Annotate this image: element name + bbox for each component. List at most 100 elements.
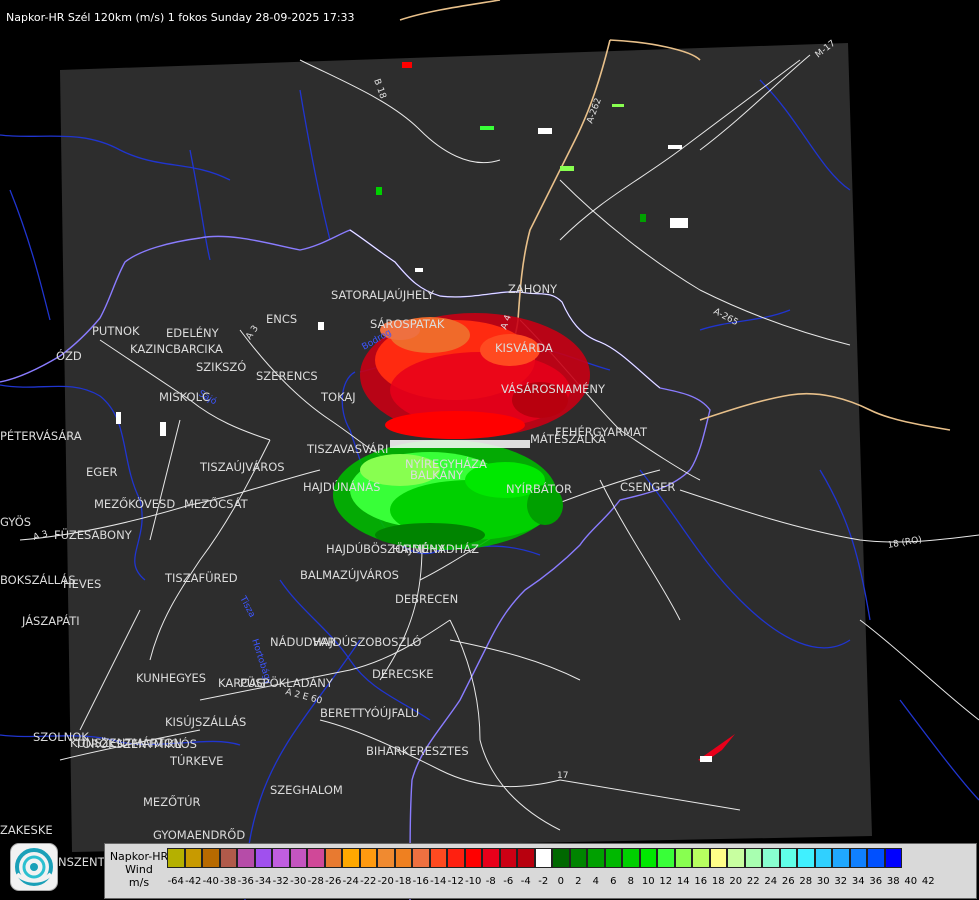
place-label: TISZAFÜRED xyxy=(164,569,238,585)
legend-tick-label: 8 xyxy=(627,876,634,887)
legend-tick-label: -6 xyxy=(503,876,514,887)
legend-swatch xyxy=(254,848,272,868)
legend-tick-label: 6 xyxy=(610,876,617,887)
legend-tick-label: 10 xyxy=(641,876,655,887)
logo-swirl-icon xyxy=(15,848,53,886)
place-label: PÉTERVÁSÁRA xyxy=(0,428,82,443)
place-label: TOKAJ xyxy=(320,390,356,404)
legend-swatch xyxy=(377,848,395,868)
legend-swatch xyxy=(342,848,360,868)
place-label: BALKÁNY xyxy=(410,467,464,482)
legend-tick-label: -36 xyxy=(237,876,254,887)
legend-unit: m/s xyxy=(128,876,150,889)
legend-tick-label: -16 xyxy=(412,876,429,887)
legend-tick-label: -28 xyxy=(307,876,324,887)
place-label: MEZŐTÚR xyxy=(143,794,201,809)
legend-tick-label: 20 xyxy=(729,876,743,887)
legend-swatch xyxy=(587,848,605,868)
legend-tick-label: -42 xyxy=(185,876,202,887)
legend-swatch xyxy=(464,848,482,868)
legend-quantity: Wind xyxy=(125,863,153,876)
legend-tick-label: -8 xyxy=(485,876,496,887)
place-label: GYOMAENDRŐD xyxy=(153,827,245,842)
legend-swatch xyxy=(534,848,552,868)
legend-tick-label: 42 xyxy=(921,876,935,887)
legend-swatch xyxy=(412,848,430,868)
place-label: PÜSPÖKLADÁNY xyxy=(240,674,334,690)
place-label: GYÖS xyxy=(0,513,31,529)
legend-ticks: -64 -42 -40 -38 -36 -34 -32 -30 -28 -26 -24 -22 -20-… xyxy=(167,876,937,887)
place-label: ENCS xyxy=(266,312,297,326)
place-label: BALMAZÚJVÁROS xyxy=(300,567,399,582)
legend-tick-label: 4 xyxy=(592,876,599,887)
legend-swatch xyxy=(639,848,657,868)
place-label: FÜZESABONY xyxy=(54,526,133,542)
legend-swatch xyxy=(604,848,622,868)
legend-swatch xyxy=(167,848,185,868)
legend-tick-label: 14 xyxy=(676,876,690,887)
road-label: 18 (RO) xyxy=(887,535,923,551)
place-label: SÁROSPATAK xyxy=(370,316,445,331)
legend-tick-label: 40 xyxy=(904,876,918,887)
place-label: MEZŐKÖVESD xyxy=(94,495,175,511)
legend-swatch xyxy=(272,848,290,868)
legend-tick-label: -4 xyxy=(520,876,531,887)
legend-tick-label: 34 xyxy=(851,876,865,887)
map-title: Napkor-HR Szél 120km (m/s) 1 fokos Sunda… xyxy=(6,11,355,24)
legend-swatch xyxy=(779,848,797,868)
place-label: BERETTYÓÚJFALU xyxy=(320,705,419,720)
legend-swatch xyxy=(832,848,850,868)
road-label: A 3 xyxy=(32,529,49,542)
road-label: 17 xyxy=(557,771,568,781)
place-label: DERECSKE xyxy=(372,667,434,681)
place-label: ÓZD xyxy=(56,348,82,363)
place-label: ZAHONY xyxy=(508,282,558,296)
radar-map: B 18 A-262 M-17 A-265 18 (RO) A 3 A 3 A … xyxy=(0,0,979,900)
legend-tick-label: -26 xyxy=(325,876,342,887)
legend-swatch xyxy=(884,848,902,868)
legend-tick-label: 0 xyxy=(557,876,564,887)
legend-tick-label: -40 xyxy=(202,876,219,887)
legend-swatch xyxy=(482,848,500,868)
place-label: MEZŐCSÁT xyxy=(184,496,249,511)
legend-tick-label: -34 xyxy=(255,876,272,887)
legend-tick-label: -10 xyxy=(465,876,482,887)
legend-tick-label: -2 xyxy=(538,876,549,887)
place-label: TÚRKEVE xyxy=(169,753,223,768)
place-label: KUNHEGYES xyxy=(136,671,206,685)
legend-tick-label: -64 xyxy=(167,876,184,887)
place-label: KISÚJSZÁLLÁS xyxy=(165,714,246,729)
place-label: JÁSZAPÁTI xyxy=(21,613,80,628)
legend-tick-label: 30 xyxy=(816,876,830,887)
place-label: PUTNOK xyxy=(92,324,140,338)
place-label: EGER xyxy=(86,465,117,479)
color-legend: Napkor-HR Wind m/s -64 -42 -40 -38 -36 -34 -32… xyxy=(104,843,977,899)
legend-swatch xyxy=(237,848,255,868)
place-label: SZEGHALOM xyxy=(270,783,343,797)
place-label: SATORALJAÚJHELY xyxy=(331,287,435,302)
legend-tick-label: -24 xyxy=(342,876,359,887)
legend-tick-label: 26 xyxy=(781,876,795,887)
place-label: VÁSÁROSNAMÉNY xyxy=(501,381,606,396)
legend-swatch xyxy=(657,848,675,868)
place-label: TISZAÚJVÁROS xyxy=(199,459,285,474)
legend-tick-label: 22 xyxy=(746,876,760,887)
legend-swatch xyxy=(552,848,570,868)
legend-swatch xyxy=(499,848,517,868)
legend-tick-label: 2 xyxy=(575,876,582,887)
legend-tick-label: 28 xyxy=(799,876,813,887)
place-label: MISKOLC xyxy=(159,390,210,404)
legend-tick-label: -32 xyxy=(272,876,289,887)
place-label: KISVÁRDA xyxy=(495,340,553,355)
legend-swatch xyxy=(324,848,342,868)
legend-swatch xyxy=(447,848,465,868)
app-logo xyxy=(10,843,58,891)
legend-swatch xyxy=(307,848,325,868)
legend-swatch xyxy=(394,848,412,868)
legend-tick-label: -12 xyxy=(447,876,464,887)
legend-tick-label: -18 xyxy=(395,876,412,887)
place-label: ZAKESKE xyxy=(0,823,53,837)
place-label: CSENGER xyxy=(620,480,675,494)
legend-swatch xyxy=(429,848,447,868)
legend-tick-label: 32 xyxy=(834,876,848,887)
